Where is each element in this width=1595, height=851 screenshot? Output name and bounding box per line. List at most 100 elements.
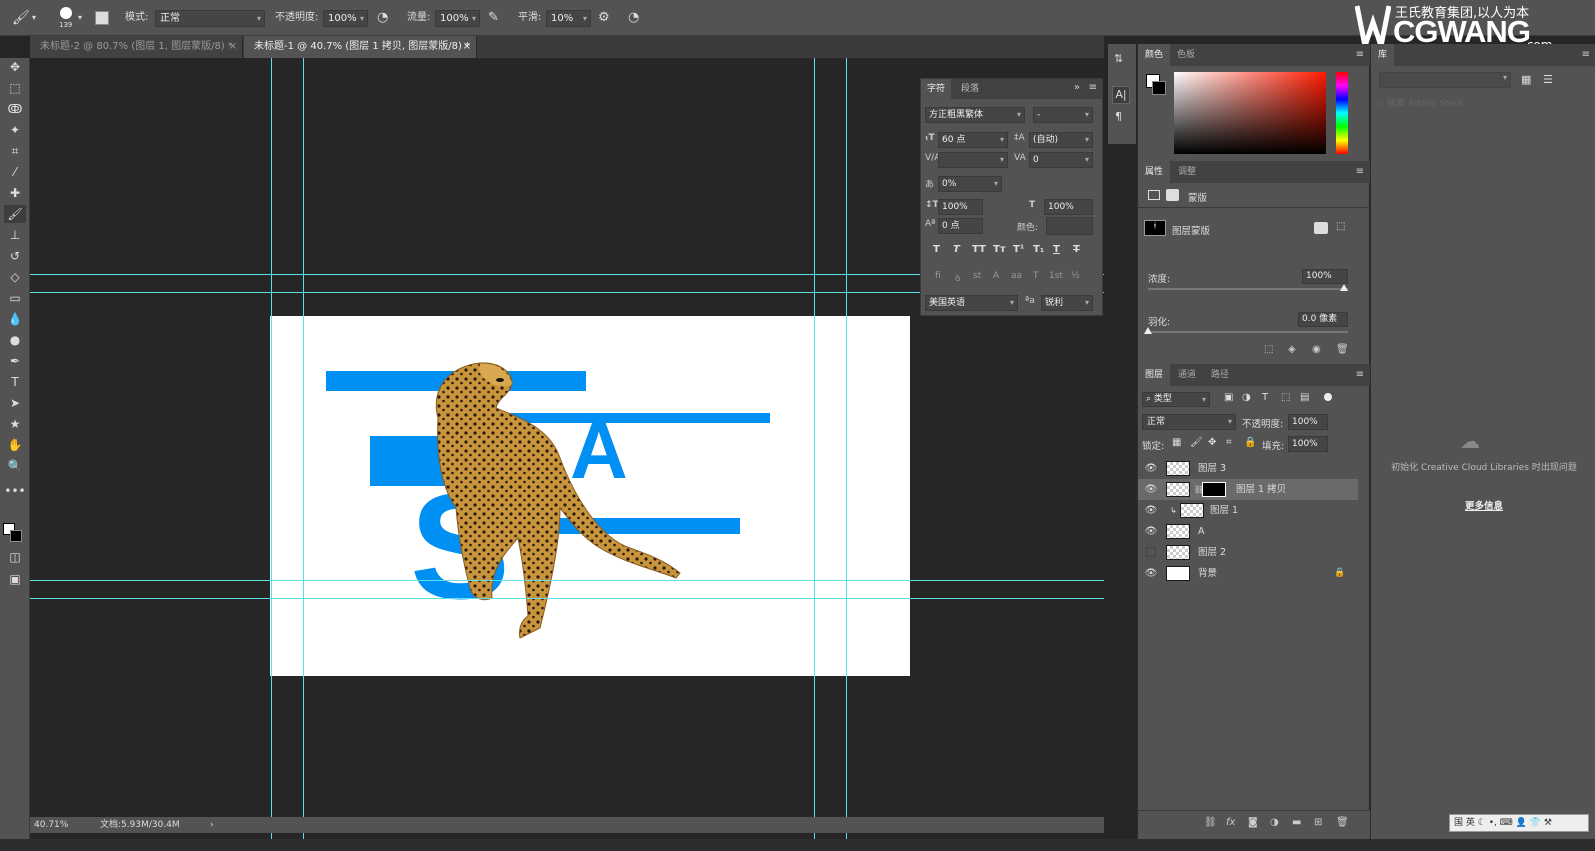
guide-horizontal[interactable] — [30, 598, 1104, 599]
subscript-button[interactable]: T₁ — [1033, 244, 1044, 255]
guide-vertical[interactable] — [814, 58, 815, 839]
layer-row-2[interactable]: 图层 2 — [1138, 542, 1358, 563]
filter-smart-object-icon[interactable]: ▤ — [1300, 392, 1309, 403]
ime-language[interactable]: 英 — [1466, 818, 1475, 828]
opacity-input[interactable]: 100% ▾ — [323, 10, 368, 27]
more-tools-icon[interactable]: ••• — [4, 482, 26, 500]
ime-moon-icon[interactable]: ☾ — [1478, 818, 1486, 828]
eye-icon[interactable]: 👁 — [1144, 500, 1158, 521]
guide-vertical[interactable] — [271, 58, 272, 839]
panel-menu-icon[interactable]: ≡ — [1582, 49, 1590, 60]
layer-filter-select[interactable]: ⌕ 类型 ▾ — [1142, 392, 1210, 407]
feather-slider-handle[interactable] — [1144, 327, 1152, 334]
eye-hidden-icon[interactable] — [1146, 547, 1156, 557]
select-pixel-mask-icon[interactable] — [1314, 222, 1328, 234]
text-color-swatch[interactable] — [1046, 217, 1093, 235]
healing-brush-tool-icon[interactable]: ✚ — [4, 184, 26, 202]
close-icon[interactable]: × — [229, 36, 237, 58]
tab-layers[interactable]: 图层 — [1138, 364, 1171, 386]
tab-swatches[interactable]: 色板 — [1170, 44, 1202, 66]
delete-layer-icon[interactable]: 🗑 — [1336, 817, 1349, 828]
delete-icon[interactable]: 🗑 — [1336, 344, 1349, 355]
lock-position-icon[interactable]: ✥ — [1208, 437, 1216, 448]
path-selection-tool-icon[interactable]: ➤ — [4, 394, 26, 412]
ime-user-icon[interactable]: 👤 — [1516, 818, 1527, 828]
smoothing-input[interactable]: 10% ▾ — [546, 10, 591, 27]
layer-row-1-copy[interactable]: 👁 ⛓ 图层 1 拷贝 — [1138, 479, 1358, 500]
lock-transparent-icon[interactable]: ▦ — [1172, 437, 1181, 448]
shape-tool-icon[interactable]: ★ — [4, 415, 26, 433]
blur-tool-icon[interactable]: 💧 — [4, 310, 26, 328]
background-color-swatch[interactable] — [1152, 81, 1166, 95]
close-icon[interactable]: × — [463, 36, 471, 58]
tsume-input[interactable]: 0% ▾ — [938, 176, 1002, 192]
fill-input[interactable]: 100% — [1288, 436, 1328, 452]
hand-tool-icon[interactable]: ✋ — [4, 436, 26, 454]
layer-row-background[interactable]: 👁 背景 🔒 — [1138, 563, 1358, 584]
history-icon[interactable]: ⇅ — [1114, 52, 1123, 65]
horizontal-scale-input[interactable]: 100% — [1044, 199, 1093, 215]
pixel-layer-icon[interactable] — [1148, 190, 1160, 200]
flow-input[interactable]: 100% ▾ — [435, 10, 480, 27]
lasso-tool-icon[interactable]: ↂ — [4, 100, 26, 118]
layer-opacity-input[interactable]: 100% — [1288, 414, 1328, 430]
filter-type-icon[interactable]: T — [1262, 392, 1268, 403]
layer-row-1[interactable]: 👁 ↳ 图层 1 — [1138, 500, 1358, 521]
layer-row-3[interactable]: 👁 图层 3 — [1138, 458, 1358, 479]
stylistic-alternates-button[interactable]: A — [993, 271, 999, 281]
clone-stamp-tool-icon[interactable]: ⊥ — [4, 226, 26, 244]
tool-preset-chevron-icon[interactable]: ▾ — [32, 0, 36, 36]
all-caps-button[interactable]: TT — [972, 244, 986, 255]
type-tool-icon[interactable]: T — [4, 373, 26, 391]
fractions-button[interactable]: ½ — [1071, 271, 1080, 281]
eye-icon[interactable]: 👁 — [1144, 521, 1158, 542]
background-color-swatch[interactable] — [10, 530, 22, 542]
faux-italic-button[interactable]: T — [953, 244, 960, 255]
history-brush-tool-icon[interactable]: ↺ — [4, 247, 26, 265]
layer-mask-thumbnail[interactable] — [1202, 482, 1226, 497]
eraser-tool-icon[interactable]: ◇ — [4, 268, 26, 286]
pressure-size-icon[interactable]: ◔ — [628, 0, 639, 36]
ime-keyboard-icon[interactable]: ⌨ — [1500, 818, 1513, 828]
kerning-input[interactable]: ▾ — [938, 152, 1008, 168]
move-tool-icon[interactable]: ✥ — [4, 58, 26, 76]
panel-menu-icon[interactable]: ≡ — [1356, 369, 1364, 380]
density-slider-handle[interactable] — [1340, 284, 1348, 291]
status-menu-chevron-icon[interactable]: › — [210, 817, 214, 833]
language-select[interactable]: 美国英语 ▾ — [925, 295, 1018, 311]
font-size-input[interactable]: 60 点 ▾ — [938, 132, 1008, 148]
pen-tool-icon[interactable]: ✒ — [4, 352, 26, 370]
tab-character[interactable]: 字符 — [921, 79, 952, 99]
new-layer-icon[interactable]: ⊞ — [1314, 817, 1322, 828]
swash-button[interactable]: st — [973, 271, 981, 281]
strikethrough-button[interactable]: T — [1073, 244, 1080, 255]
superscript-button[interactable]: T¹ — [1013, 244, 1024, 255]
add-vector-mask-icon[interactable]: ⬚ — [1336, 221, 1345, 232]
list-view-icon[interactable]: ☰ — [1543, 73, 1553, 86]
tab-channels[interactable]: 通道 — [1171, 364, 1203, 386]
brush-picker-chevron-icon[interactable]: ▾ — [78, 0, 82, 36]
more-info-link[interactable]: 更多信息 — [1387, 498, 1581, 512]
blend-mode-select[interactable]: 正常 ▾ — [1142, 414, 1236, 430]
brush-tool-icon[interactable]: 🖌 — [12, 0, 30, 36]
font-family-select[interactable]: 方正粗黑繁体 ▾ — [925, 107, 1025, 123]
vertical-scale-input[interactable]: 100% — [938, 199, 983, 215]
panel-menu-icon[interactable]: ≡ — [1356, 166, 1364, 177]
paragraph-panel-icon[interactable]: ¶ — [1115, 110, 1122, 123]
panel-menu-icon[interactable]: ≡ — [1356, 49, 1364, 60]
tab-adjustments[interactable]: 调整 — [1171, 161, 1203, 183]
filter-shape-icon[interactable]: ⬚ — [1281, 392, 1290, 403]
apply-mask-icon[interactable]: ◈ — [1288, 344, 1296, 355]
collapse-icon[interactable]: » — [1074, 82, 1080, 93]
eye-icon[interactable]: 👁 — [1144, 563, 1158, 584]
density-slider[interactable] — [1148, 288, 1348, 290]
lock-all-icon[interactable]: 🔒 — [1244, 437, 1256, 448]
tracking-input[interactable]: 0 ▾ — [1029, 152, 1093, 168]
crop-tool-icon[interactable]: ⌗ — [4, 142, 26, 160]
leading-input[interactable]: (自动) ▾ — [1029, 132, 1093, 148]
brush-tool-icon[interactable]: 🖌 — [4, 205, 26, 223]
tab-untitled-2[interactable]: 未标题-2 @ 80.7% (图层 1, 图层蒙版/8) * × — [30, 36, 243, 58]
antialias-select[interactable]: 锐利 ▾ — [1041, 295, 1093, 311]
tab-paragraph[interactable]: 段落 — [955, 79, 985, 99]
add-mask-icon[interactable]: ◙ — [1248, 817, 1258, 828]
